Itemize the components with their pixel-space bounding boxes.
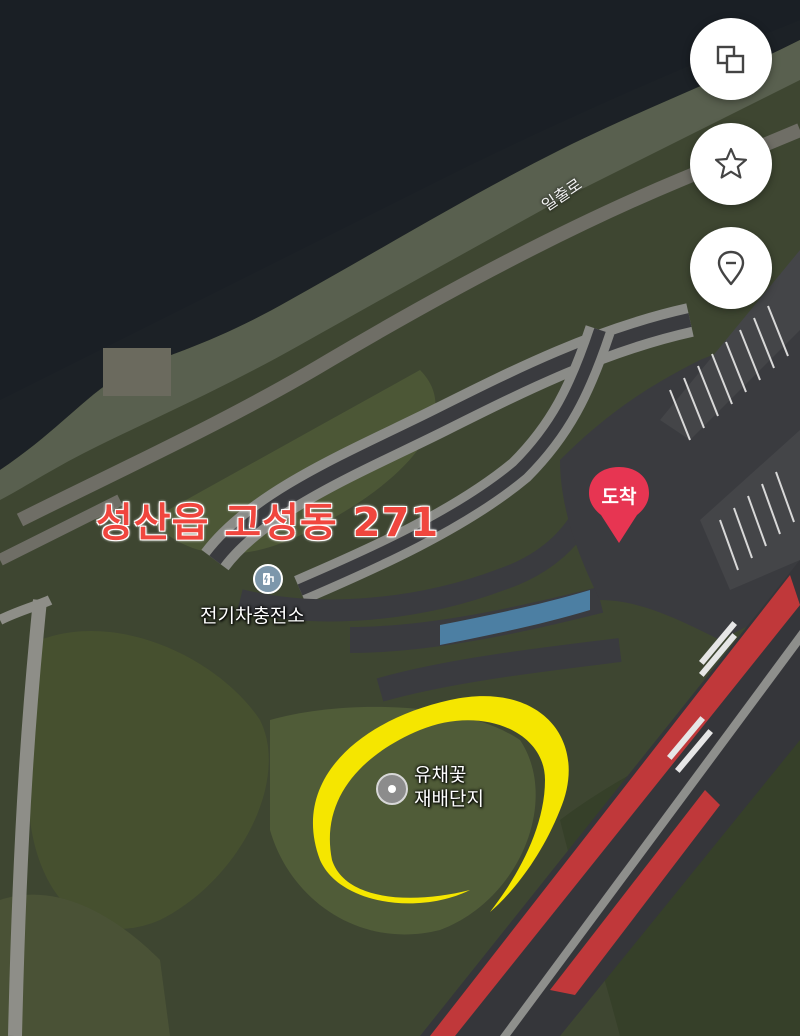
- map-view[interactable]: 일출로 성산읍 고성동 271 전기차충전소 유채꽃 재배단지 도착: [0, 0, 800, 1036]
- location-button[interactable]: [690, 227, 772, 309]
- poi-label-line1: 유채꽃: [414, 764, 467, 786]
- layers-button[interactable]: [690, 18, 772, 100]
- place-dot-icon[interactable]: [376, 773, 408, 805]
- location-pin-icon: [717, 250, 745, 286]
- destination-pin[interactable]: 도착: [587, 465, 651, 545]
- poi-label-canola-field[interactable]: 유채꽃 재배단지: [414, 764, 484, 812]
- layers-icon: [716, 45, 745, 74]
- star-icon: [714, 147, 748, 179]
- ev-charger-icon[interactable]: [253, 564, 283, 594]
- favorite-button[interactable]: [690, 123, 772, 205]
- poi-label-line2: 재배단지: [414, 787, 484, 810]
- destination-label: 도착: [601, 486, 637, 508]
- poi-label-ev-charger[interactable]: 전기차충전소: [200, 605, 305, 629]
- address-label: 성산읍 고성동 271: [96, 500, 440, 546]
